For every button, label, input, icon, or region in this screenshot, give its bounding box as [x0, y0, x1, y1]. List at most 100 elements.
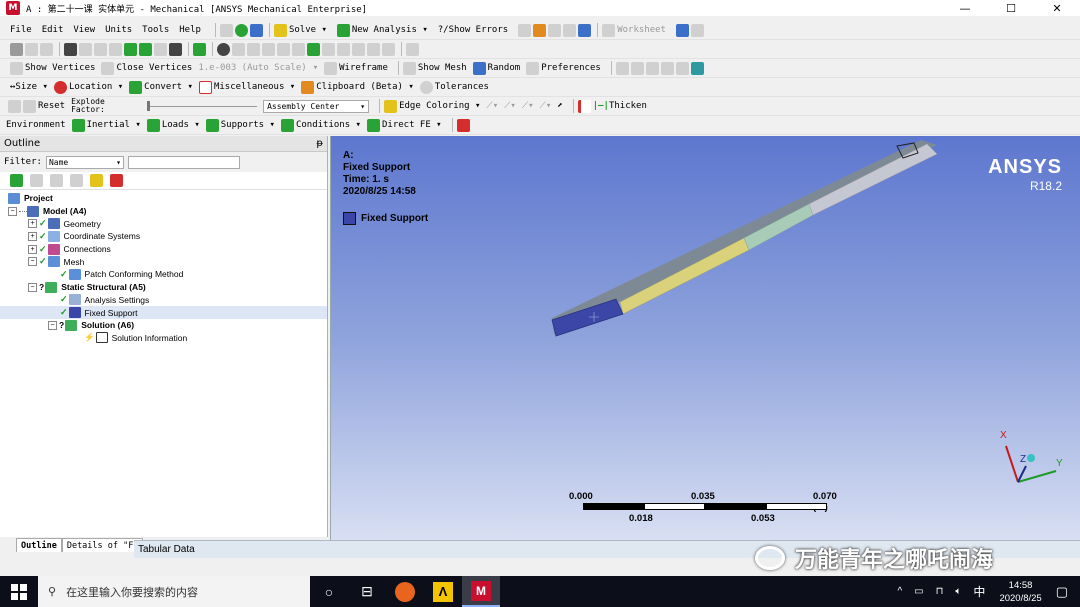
collapse-toggle[interactable]: − — [8, 206, 17, 216]
ansys-workbench-icon[interactable]: Λ — [424, 576, 462, 607]
miscellaneous-dropdown[interactable]: Miscellaneous ▾ — [198, 79, 295, 96]
network-icon[interactable]: ⊓ — [936, 586, 944, 597]
cube-icon[interactable] — [690, 61, 704, 75]
iso-ball-icon[interactable] — [1027, 454, 1035, 462]
select-mode-icon[interactable] — [10, 42, 23, 56]
filter-search-input[interactable] — [127, 155, 240, 169]
collapse-toggle[interactable]: − — [28, 282, 37, 292]
edge-style-4[interactable]: ⟋▾ — [540, 98, 552, 115]
expand-toggle[interactable]: + — [28, 231, 37, 241]
select-edge-icon[interactable] — [94, 42, 107, 56]
image-icon[interactable] — [548, 23, 562, 37]
wireframe-button[interactable]: Wireframe — [324, 60, 388, 77]
menu-tools[interactable]: Tools — [142, 22, 169, 39]
tree-node-project[interactable]: Project — [0, 192, 327, 205]
collapse-toggle[interactable]: − — [28, 257, 37, 267]
solve-button[interactable]: Solve ▾ — [273, 22, 327, 39]
help-pointer-icon[interactable] — [675, 23, 689, 37]
expand-all-icon[interactable] — [70, 174, 83, 187]
tree-node-solution[interactable]: − ? Solution (A6) — [0, 319, 327, 332]
xyz-icon[interactable] — [40, 42, 53, 56]
reset-button[interactable]: Reset — [23, 98, 65, 115]
select-vertex-icon[interactable] — [79, 42, 92, 56]
sort-icon[interactable] — [110, 174, 123, 187]
show-vertices-button[interactable]: Show Vertices — [10, 60, 95, 77]
tree-node-analysis-settings[interactable]: ✓ Analysis Settings — [0, 294, 327, 307]
assembly-center-dropdown[interactable]: Assembly Center ▾ — [263, 99, 370, 113]
chevron-up-icon[interactable]: ^ — [897, 586, 902, 597]
convert-dropdown[interactable]: Convert ▾ — [129, 79, 193, 96]
show-mesh-button[interactable]: Show Mesh — [402, 60, 467, 77]
start-button[interactable] — [0, 576, 38, 607]
clipboard-dropdown[interactable]: Clipboard (Beta) ▾ — [301, 79, 414, 96]
volume-icon[interactable]: 🔈︎ — [955, 586, 961, 597]
restore-view-icon[interactable] — [367, 42, 380, 56]
menu-edit[interactable]: Edit — [42, 22, 64, 39]
select-element-face-icon[interactable] — [169, 42, 182, 56]
tree-node-connections[interactable]: + ✓ Connections — [0, 243, 327, 256]
random-colors-button[interactable]: Random — [472, 60, 520, 77]
menu-help[interactable]: Help — [179, 22, 201, 39]
location-dropdown[interactable]: Location ▾ — [53, 79, 123, 96]
command-icon[interactable] — [219, 23, 233, 37]
tree-node-coordinate-systems[interactable]: + ✓ Coordinate Systems — [0, 230, 327, 243]
menu-units[interactable]: Units — [105, 22, 132, 39]
edge-coloring-dropdown[interactable]: Edge Coloring ▾ — [384, 98, 480, 115]
image-to-file-icon[interactable] — [578, 23, 592, 37]
annotation-icon[interactable] — [577, 99, 591, 113]
iso-icon[interactable] — [337, 42, 350, 56]
select-face-icon[interactable] — [109, 42, 122, 56]
close-button[interactable]: ✕ — [1034, 0, 1080, 16]
tree-node-fixed-support[interactable]: ✓ Fixed Support — [0, 306, 327, 319]
expand-toggle[interactable]: + — [28, 219, 37, 229]
expand-tree-icon[interactable] — [30, 174, 43, 187]
collapse-icon[interactable] — [50, 174, 63, 187]
filter-dropdown[interactable]: Name ▾ — [45, 155, 124, 169]
axis-icon-4[interactable] — [660, 61, 674, 75]
axis-icon-5[interactable] — [675, 61, 689, 75]
minimize-button[interactable]: — — [942, 0, 988, 16]
direct-fe-dropdown[interactable]: Direct FE ▾ — [366, 117, 442, 134]
tree-node-model[interactable]: − Model (A4) — [0, 205, 327, 218]
folder-icon[interactable] — [90, 174, 103, 187]
tree-node-solution-information[interactable]: ⚡ Solution Information — [0, 332, 327, 345]
ime-indicator[interactable]: 中 — [973, 583, 985, 600]
edge-style-2[interactable]: ⟋▾ — [504, 98, 516, 115]
transfer-icon[interactable] — [249, 23, 263, 37]
tree-node-geometry[interactable]: + ✓ Geometry — [0, 217, 327, 230]
text-icon[interactable] — [563, 23, 577, 37]
tag-icon[interactable] — [690, 23, 704, 37]
set-view-icon[interactable] — [352, 42, 365, 56]
probe-icon[interactable] — [518, 23, 532, 37]
tab-outline[interactable]: Outline — [16, 538, 62, 552]
scope-icon[interactable] — [25, 42, 38, 56]
explode-factor-slider[interactable] — [147, 98, 258, 115]
maximize-button[interactable]: ☐ — [988, 0, 1034, 16]
zoom-to-fit-icon[interactable] — [277, 42, 290, 56]
explode-icon[interactable] — [8, 99, 21, 113]
worksheet-button[interactable]: Worksheet — [602, 22, 666, 39]
close-vertices-button[interactable]: Close Vertices — [101, 60, 192, 77]
conditions-dropdown[interactable]: Conditions ▾ — [280, 117, 361, 134]
zoom-icon[interactable] — [247, 42, 260, 56]
menu-file[interactable]: File — [10, 22, 32, 39]
box-zoom-icon[interactable] — [262, 42, 275, 56]
thicken-button[interactable]: |–| Thicken — [593, 98, 647, 115]
size-dropdown[interactable]: ↔ Size ▾ — [10, 79, 48, 96]
selection-filter-icon[interactable] — [193, 42, 206, 56]
refresh-icon[interactable] — [10, 174, 23, 187]
task-switch-icon[interactable]: ⊟ — [348, 576, 386, 607]
tree-node-static-structural[interactable]: − ? Static Structural (A5) — [0, 281, 327, 294]
new-analysis-button[interactable]: New Analysis ▾ — [336, 22, 428, 39]
preferences-button[interactable]: Preferences — [526, 60, 601, 77]
commands-icon[interactable] — [456, 118, 470, 132]
firefox-icon[interactable] — [386, 576, 424, 607]
mechanical-app-icon[interactable]: M — [462, 576, 500, 607]
tree-node-mesh[interactable]: − ✓ Mesh — [0, 255, 327, 268]
taskbar-search[interactable]: ⚲ 在这里输入你要搜索的内容 — [38, 576, 310, 607]
supports-dropdown[interactable]: Supports ▾ — [205, 117, 275, 134]
select-body-icon[interactable] — [124, 42, 137, 56]
auto-scale-field[interactable]: 1.e-003 (Auto Scale) — [198, 60, 306, 77]
check-icon[interactable] — [234, 23, 248, 37]
battery-icon[interactable]: ▭ — [914, 586, 923, 597]
